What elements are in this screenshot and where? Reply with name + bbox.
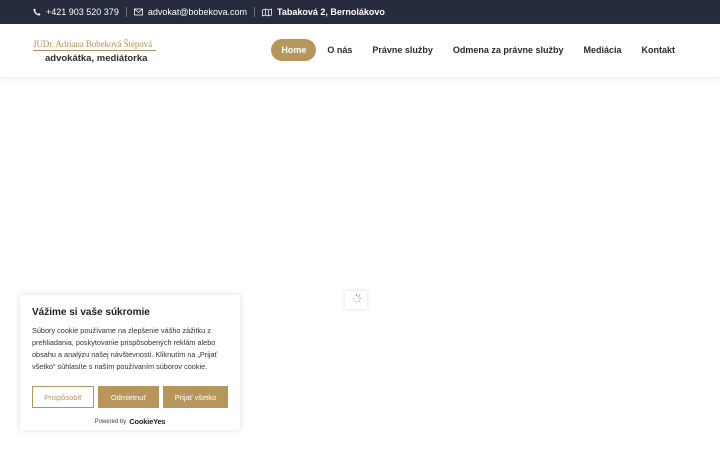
phone-number: +421 903 520 379 <box>46 7 119 17</box>
cookie-title: Vážime si vaše súkromie <box>32 307 150 318</box>
cookie-actions: Prispôsobiť Odmietnuť Prijať všetko <box>32 386 228 408</box>
divider <box>254 7 256 17</box>
cookieyes-logo[interactable]: CookieYes <box>129 417 165 426</box>
site-logo[interactable]: JUDr. Adriana Bobeková Štepová advokátka… <box>33 39 158 64</box>
site-header: JUDr. Adriana Bobeková Štepová advokátka… <box>0 24 720 77</box>
nav-item-mediacia[interactable]: Mediácia <box>573 39 631 61</box>
divider <box>125 7 127 17</box>
powered-by-label: Powered by <box>94 418 127 425</box>
main-nav: Home O nás Právne služby Odmena za právn… <box>271 39 685 61</box>
phone-contact[interactable]: +421 903 520 379 <box>33 7 119 17</box>
email-contact[interactable]: advokat@bobekova.com <box>133 7 248 17</box>
powered-by: Powered by CookieYes <box>32 417 228 426</box>
map-icon <box>262 7 272 17</box>
logo-tagline: advokátka, mediátorka <box>45 53 148 64</box>
spinner-icon <box>351 291 362 309</box>
nav-item-pravne-sluzby[interactable]: Právne služby <box>362 39 443 61</box>
cookie-description: Súbory cookie používame na zlepšenie váš… <box>32 326 218 371</box>
envelope-icon <box>133 8 143 16</box>
logo-name: JUDr. Adriana Bobeková Štepová <box>33 39 152 49</box>
nav-item-home[interactable]: Home <box>271 39 317 61</box>
address-text: Tabaková 2, Bernolákovo <box>277 7 385 17</box>
reject-button[interactable]: Odmietnuť <box>98 386 159 408</box>
nav-item-kontakt[interactable]: Kontakt <box>632 39 686 61</box>
logo-rule <box>33 50 156 51</box>
top-contact-bar: +421 903 520 379 advokat@bobekova.com Ta… <box>0 0 720 24</box>
address-contact[interactable]: Tabaková 2, Bernolákovo <box>262 7 385 17</box>
nav-item-odmena[interactable]: Odmena za právne služby <box>443 39 574 61</box>
nav-item-o-nas[interactable]: O nás <box>317 39 362 61</box>
cookie-consent-banner: Vážime si vaše súkromie Súbory cookie po… <box>20 295 240 430</box>
phone-icon <box>33 8 41 16</box>
loading-spinner <box>345 291 367 309</box>
accept-all-button[interactable]: Prijať všetko <box>163 386 228 408</box>
customize-button[interactable]: Prispôsobiť <box>32 386 94 408</box>
email-address: advokat@bobekova.com <box>147 7 248 17</box>
